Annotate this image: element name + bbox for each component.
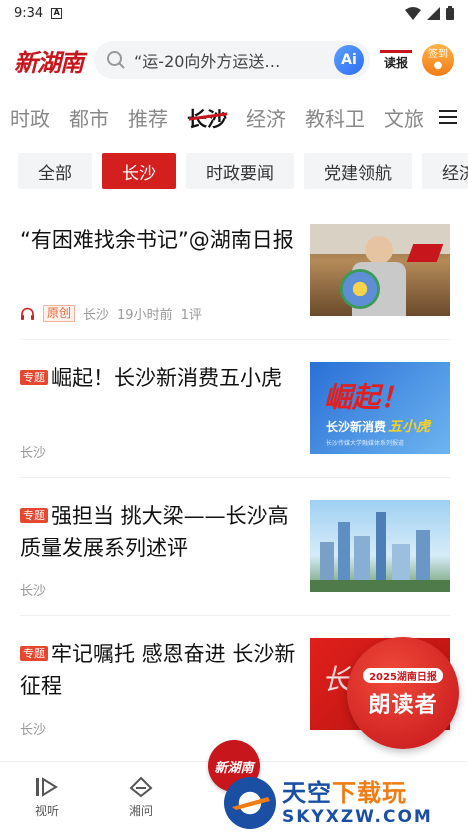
coin-icon: ● (433, 60, 443, 71)
article-title: “有困难找余书记”@湖南日报 (20, 228, 294, 252)
article-title-row: 专题 牢记嘱托 感恩奋进 长沙新征程 (20, 638, 298, 702)
site-watermark: 天空下载玩 SKYXZW.COM (224, 772, 468, 833)
subtab-party[interactable]: 党建领航 (304, 153, 412, 189)
topic-tag: 专题 (20, 646, 48, 661)
top-header: 新湖南 “运-20向外方运送… Ai 读报 签到 ● (0, 26, 468, 94)
thumb-headline: 崛起！ (324, 381, 409, 414)
tab-wenlv[interactable]: 文旅 (384, 103, 424, 132)
tab-shizheng[interactable]: 时政 (10, 103, 50, 132)
article-comments: 1评 (180, 308, 202, 323)
article-thumbnail (310, 500, 450, 592)
notification-icon: A (51, 7, 63, 19)
thumb-caption: 长沙传媒大学融媒体系列报道 (326, 440, 405, 447)
article-source: 长沙 (20, 446, 47, 461)
nav-video[interactable]: 视听 (0, 776, 94, 819)
article-time: 19小时前 (117, 308, 173, 323)
tab-tuijian[interactable]: 推荐 (128, 103, 168, 132)
headphones-icon[interactable] (20, 307, 35, 321)
reader-badge-sub: 2025湖南日报 (363, 667, 443, 683)
article-meta: 长沙 (20, 580, 298, 599)
watermark-domain: SKYXZW.COM (282, 806, 433, 827)
tab-changsha[interactable]: 长沙 (187, 103, 227, 132)
article-meta: 长沙 (20, 442, 298, 461)
read-newspaper-button[interactable]: 读报 (380, 49, 412, 71)
article-title-row: 专题 强担当 挑大梁——长沙高质量发展系列述评 (20, 500, 298, 564)
watermark-main: 天空 (282, 778, 332, 807)
search-bar[interactable]: “运-20向外方运送… Ai (94, 41, 370, 79)
thumb-subhead-accent: 五小虎 (388, 419, 431, 435)
subtab-economy[interactable]: 经济 (422, 153, 468, 189)
article-source: 长沙 (20, 723, 47, 738)
article-source: 长沙 (83, 308, 110, 323)
tab-jiaokewei[interactable]: 教科卫 (305, 103, 365, 132)
article-title-row: 专题 崛起！长沙新消费五小虎 (20, 362, 298, 394)
article-item[interactable]: “有困难找余书记”@湖南日报 原创 长沙 19小时前 1评 (20, 202, 450, 340)
article-meta: 长沙 (20, 719, 298, 738)
diamond-chat-icon (129, 776, 153, 798)
ai-assistant-button[interactable]: Ai (334, 45, 364, 75)
article-source: 长沙 (20, 584, 47, 599)
article-title: 崛起！长沙新消费五小虎 (51, 366, 282, 390)
tab-dushi[interactable]: 都市 (69, 103, 109, 132)
globe-plane-icon (224, 776, 276, 829)
search-input[interactable]: “运-20向外方运送… (134, 48, 326, 72)
wifi-icon (405, 6, 421, 20)
sign-in-label: 签到 (428, 49, 448, 60)
search-icon (107, 51, 125, 69)
topic-tag: 专题 (20, 508, 48, 523)
article-thumbnail (310, 224, 450, 316)
sub-tabs: 全部 长沙 时政要闻 党建领航 经济 (0, 140, 468, 202)
signal-icon (427, 6, 440, 20)
article-title: 强担当 挑大梁——长沙高质量发展系列述评 (20, 504, 289, 560)
status-time: 9:34 (14, 5, 44, 21)
menu-icon (439, 110, 457, 124)
channel-tabs: 时政 都市 推荐 长沙 经济 教科卫 文旅 (0, 94, 468, 140)
nav-ask-label: 湘问 (128, 804, 153, 818)
watermark-accent: 下载玩 (332, 778, 407, 807)
subtab-changsha[interactable]: 长沙 (102, 153, 176, 189)
original-badge: 原创 (43, 305, 76, 322)
reader-badge-title: 朗读者 (368, 692, 438, 718)
subtab-all[interactable]: 全部 (18, 153, 92, 189)
article-title: 牢记嘱托 感恩奋进 长沙新征程 (20, 642, 296, 698)
app-logo[interactable]: 新湖南 (14, 43, 84, 78)
status-bar: 9:34 A (0, 0, 468, 26)
play-icon (36, 777, 58, 797)
nav-ask[interactable]: 湘问 (94, 776, 188, 819)
battery-icon (446, 6, 454, 20)
article-item[interactable]: 专题 崛起！长沙新消费五小虎 长沙 崛起！ 长沙新消费 五小虎 长沙传媒大学融媒体… (20, 340, 450, 478)
thumb-subhead: 长沙新消费 (326, 420, 387, 434)
channel-menu-button[interactable] (428, 94, 468, 140)
sign-in-button[interactable]: 签到 ● (422, 44, 454, 76)
tab-jingji[interactable]: 经济 (246, 103, 286, 132)
subtab-politics[interactable]: 时政要闻 (186, 153, 294, 189)
article-item[interactable]: 专题 强担当 挑大梁——长沙高质量发展系列述评 长沙 (20, 478, 450, 616)
topic-tag: 专题 (20, 370, 48, 385)
nav-video-label: 视听 (34, 804, 59, 818)
article-meta: 原创 长沙 19小时前 1评 (20, 304, 298, 323)
reader-floating-badge[interactable]: 2025湖南日报 朗读者 (347, 637, 459, 749)
article-thumbnail: 崛起！ 长沙新消费 五小虎 长沙传媒大学融媒体系列报道 (310, 362, 450, 454)
